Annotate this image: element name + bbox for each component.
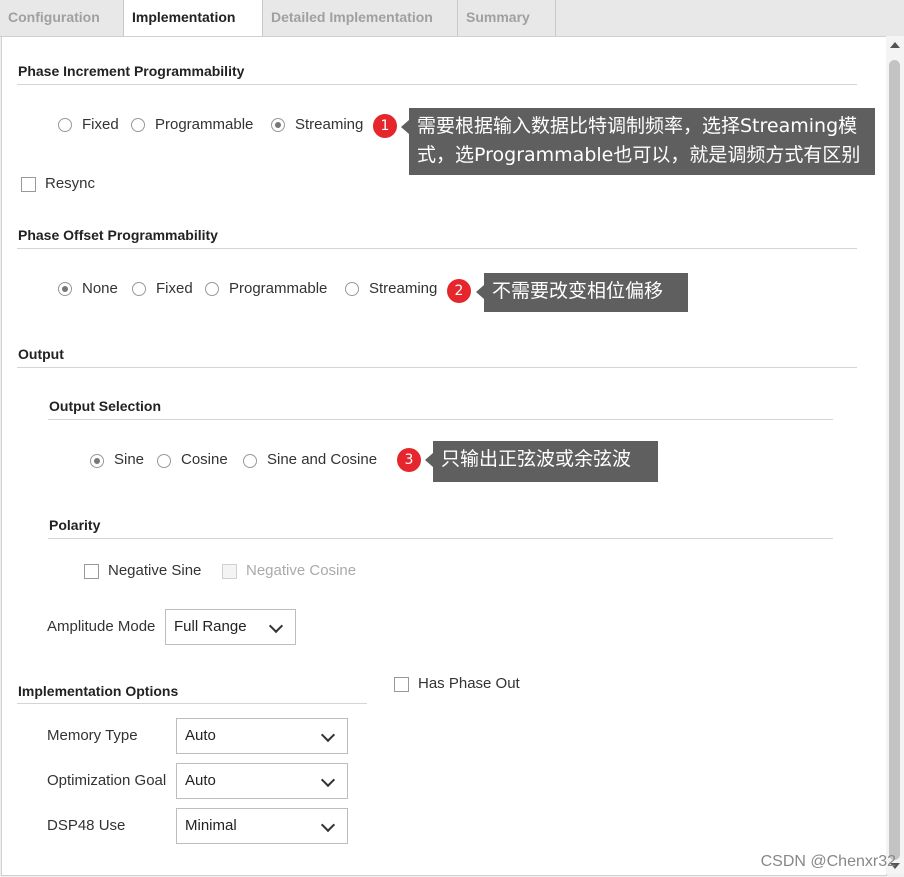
phase-increment-title: Phase Increment Programmability — [18, 63, 245, 79]
tab-bar: Configuration Implementation Detailed Im… — [0, 0, 904, 37]
radio-cosine-label: Cosine — [181, 451, 228, 468]
memory-type-label: Memory Type — [47, 727, 138, 744]
annotation-badge-2: 2 — [447, 279, 471, 303]
resync-checkbox[interactable] — [21, 177, 36, 192]
tab-detailed-implementation[interactable]: Detailed Implementation — [263, 0, 458, 36]
memory-type-value: Auto — [185, 727, 216, 744]
implementation-options-title: Implementation Options — [18, 683, 179, 699]
radio-sine[interactable] — [90, 454, 104, 468]
memory-type-select[interactable]: Auto — [176, 718, 348, 754]
resync-label: Resync — [45, 175, 96, 192]
divider — [48, 538, 833, 539]
optimization-goal-label: Optimization Goal — [47, 772, 167, 789]
negative-cosine-label: Negative Cosine — [246, 562, 357, 579]
tab-implementation[interactable]: Implementation — [123, 0, 263, 37]
phase-offset-title: Phase Offset Programmability — [18, 227, 218, 243]
divider — [17, 703, 367, 704]
radio-inc-streaming[interactable] — [271, 118, 285, 132]
divider — [17, 248, 857, 249]
radio-sine-and-cosine[interactable] — [243, 454, 257, 468]
has-phase-out-checkbox[interactable] — [394, 677, 409, 692]
radio-off-streaming-label: Streaming — [369, 280, 438, 297]
annotation-badge-1: 1 — [373, 114, 397, 138]
watermark: CSDN @Chenxr32 — [760, 853, 896, 870]
has-phase-out-label: Has Phase Out — [418, 675, 520, 692]
optimization-goal-select[interactable]: Auto — [176, 763, 348, 799]
radio-off-none-label: None — [82, 280, 118, 297]
divider — [17, 367, 857, 368]
negative-sine-checkbox[interactable] — [84, 564, 99, 579]
radio-cosine[interactable] — [157, 454, 171, 468]
polarity-title: Polarity — [49, 517, 101, 533]
chevron-down-icon — [320, 772, 336, 788]
amplitude-mode-select[interactable]: Full Range — [165, 609, 296, 645]
annotation-badge-3: 3 — [397, 448, 421, 472]
chevron-down-icon — [320, 727, 336, 743]
annotation-callout-2: 不需要改变相位偏移 — [476, 273, 688, 312]
dsp48-use-select[interactable]: Minimal — [176, 808, 348, 844]
optimization-goal-value: Auto — [185, 772, 216, 789]
amplitude-mode-label: Amplitude Mode — [47, 618, 156, 635]
amplitude-mode-value: Full Range — [174, 618, 247, 635]
dsp48-use-value: Minimal — [185, 817, 237, 834]
radio-inc-fixed[interactable] — [58, 118, 72, 132]
radio-off-programmable-label: Programmable — [229, 280, 328, 297]
radio-inc-programmable[interactable] — [131, 118, 145, 132]
radio-off-fixed[interactable] — [132, 282, 146, 296]
tab-configuration[interactable]: Configuration — [0, 0, 124, 36]
radio-sine-label: Sine — [114, 451, 145, 468]
annotation-callout-3: 只输出正弦波或余弦波 — [425, 441, 658, 482]
radio-off-streaming[interactable] — [345, 282, 359, 296]
radio-off-fixed-label: Fixed — [156, 280, 193, 297]
tab-summary[interactable]: Summary — [458, 0, 556, 36]
negative-cosine-checkbox[interactable] — [222, 564, 237, 579]
output-title: Output — [18, 346, 64, 362]
output-selection-title: Output Selection — [49, 398, 161, 414]
radio-inc-fixed-label: Fixed — [82, 116, 119, 133]
annotation-callout-1: 需要根据输入数据比特调制频率，选择Streaming模式，选Programmab… — [401, 108, 875, 175]
radio-inc-streaming-label: Streaming — [295, 116, 364, 133]
radio-off-programmable[interactable] — [205, 282, 219, 296]
scroll-up-icon[interactable] — [890, 42, 900, 48]
radio-sine-and-cosine-label: Sine and Cosine — [267, 451, 378, 468]
chevron-down-icon — [320, 817, 336, 833]
scrollbar-thumb[interactable] — [889, 60, 900, 860]
negative-sine-label: Negative Sine — [108, 562, 202, 579]
chevron-down-icon — [268, 618, 284, 634]
radio-off-none[interactable] — [58, 282, 72, 296]
divider — [48, 419, 833, 420]
dsp48-use-label: DSP48 Use — [47, 817, 126, 834]
radio-inc-programmable-label: Programmable — [155, 116, 254, 133]
divider — [17, 84, 857, 85]
